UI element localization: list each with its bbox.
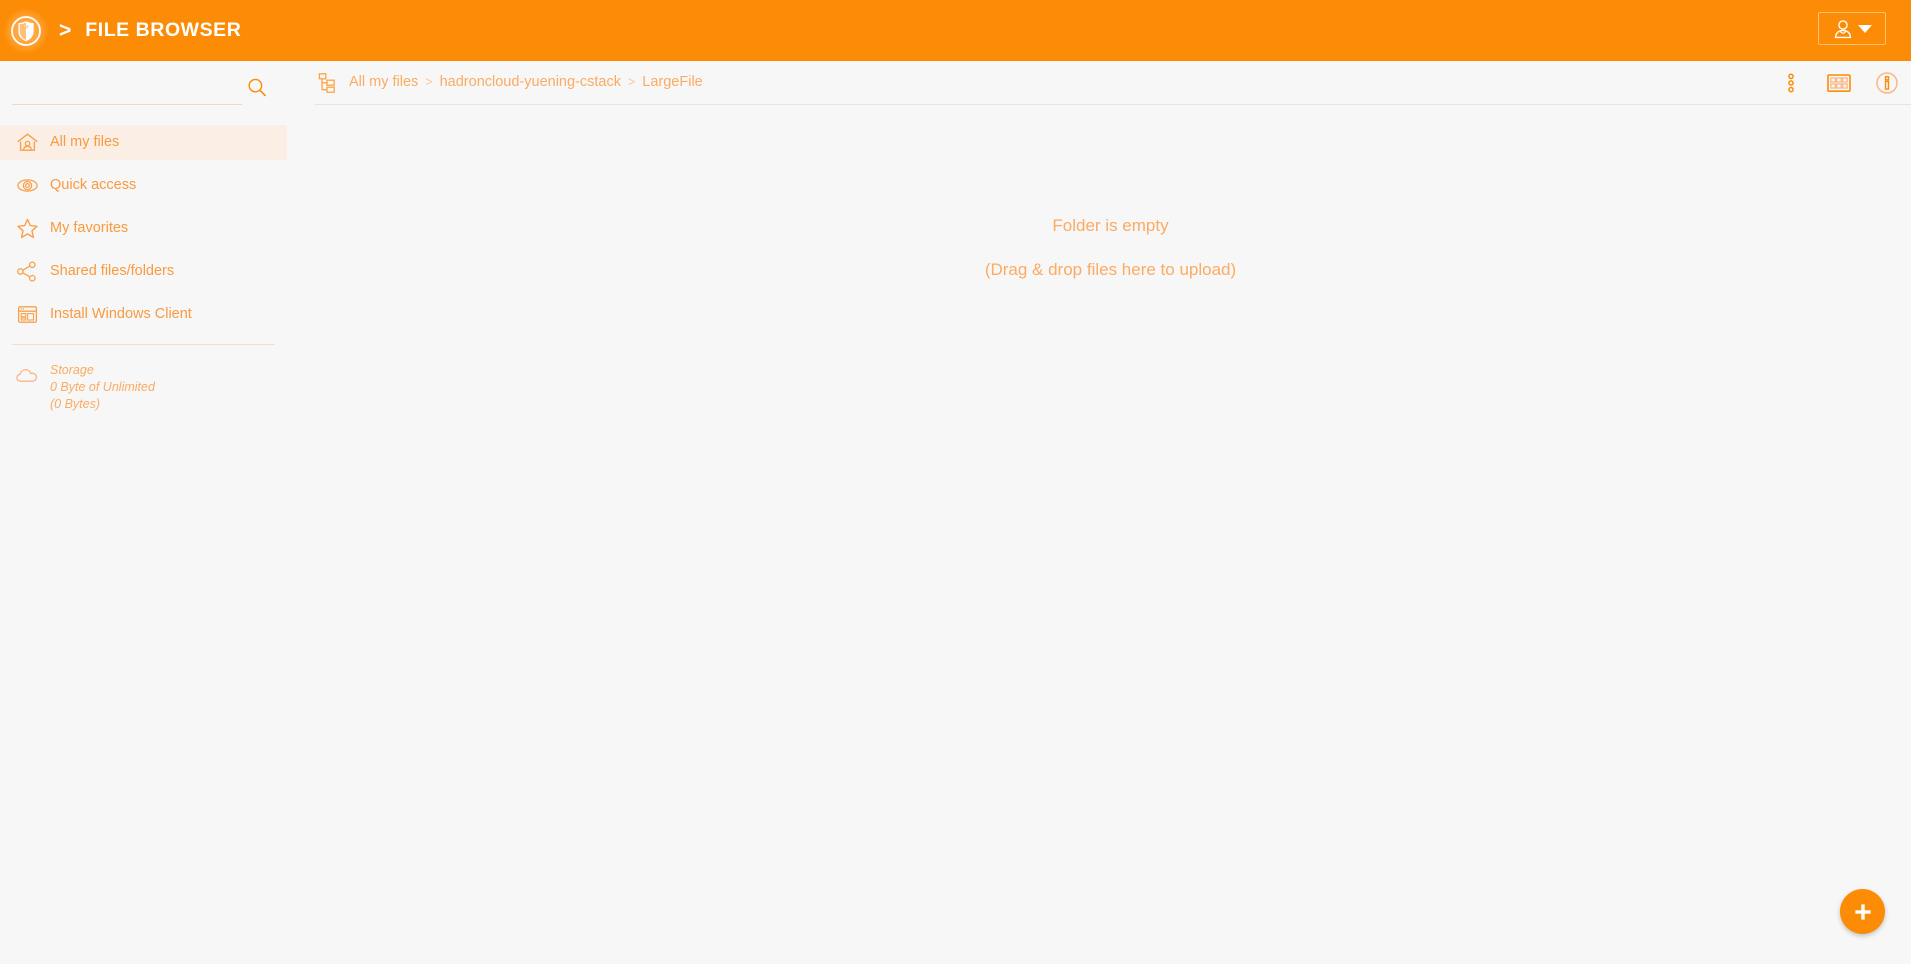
info-circle-icon bbox=[1876, 71, 1898, 94]
sidebar-nav: All my files Quick access My favorites S… bbox=[0, 125, 287, 332]
breadcrumb-toolbar bbox=[1778, 61, 1900, 104]
sidebar-item-label: Quick access bbox=[50, 177, 137, 194]
storage-usage: 0 Byte of Unlimited bbox=[50, 380, 155, 394]
breadcrumb-separator: > bbox=[425, 75, 433, 90]
breadcrumb-item-0[interactable]: All my files bbox=[349, 75, 418, 90]
sidebar-item-label: My favorites bbox=[50, 220, 129, 237]
search-icon bbox=[248, 78, 267, 97]
sidebar: All my files Quick access My favorites S… bbox=[0, 61, 287, 964]
grid-view-button[interactable] bbox=[1826, 70, 1852, 96]
sidebar-item-shared-files-folders[interactable]: Shared files/folders bbox=[0, 254, 287, 289]
search-input[interactable] bbox=[12, 75, 242, 105]
grid-view-icon bbox=[1827, 73, 1851, 92]
more-options-button[interactable] bbox=[1778, 70, 1804, 96]
app-header: > FILE BROWSER bbox=[0, 0, 1911, 61]
sidebar-item-label: Shared files/folders bbox=[50, 263, 175, 280]
cloud-icon bbox=[14, 362, 40, 388]
sidebar-item-all-my-files[interactable]: All my files bbox=[0, 125, 287, 160]
breadcrumb-item-2[interactable]: LargeFile bbox=[642, 75, 702, 90]
page-title: FILE BROWSER bbox=[85, 18, 242, 41]
add-button[interactable] bbox=[1840, 889, 1885, 934]
app-window-icon bbox=[14, 302, 40, 328]
star-icon bbox=[14, 216, 40, 242]
more-vertical-icon bbox=[1788, 73, 1794, 92]
sidebar-item-label: Install Windows Client bbox=[50, 306, 192, 323]
plus-icon bbox=[1854, 903, 1871, 920]
empty-state-title: Folder is empty bbox=[1052, 216, 1169, 235]
account-menu-button[interactable] bbox=[1818, 12, 1886, 45]
breadcrumb: All my files > hadroncloud-yuening-cstac… bbox=[310, 61, 1911, 104]
chevron-down-icon bbox=[1858, 24, 1872, 33]
search-button[interactable] bbox=[245, 76, 269, 100]
user-avatar-icon bbox=[1834, 19, 1852, 38]
storage-text: Storage 0 Byte of Unlimited (0 Bytes) bbox=[50, 362, 155, 413]
app-logo bbox=[3, 8, 49, 54]
empty-state-subtitle: (Drag & drop files here to upload) bbox=[984, 260, 1237, 279]
home-icon bbox=[14, 130, 40, 156]
storage-info: Storage 0 Byte of Unlimited (0 Bytes) bbox=[0, 362, 287, 413]
breadcrumb-separator: > bbox=[627, 75, 636, 90]
sidebar-item-label: All my files bbox=[50, 134, 120, 151]
header-chevron: > bbox=[59, 19, 72, 42]
sidebar-item-install-windows-client[interactable]: Install Windows Client bbox=[0, 297, 287, 332]
sidebar-item-quick-access[interactable]: Quick access bbox=[0, 168, 287, 203]
file-list-area[interactable]: Folder is empty (Drag & drop files here … bbox=[310, 105, 1911, 964]
storage-detail: (0 Bytes) bbox=[50, 397, 101, 411]
sidebar-divider bbox=[12, 344, 275, 345]
empty-state: Folder is empty (Drag & drop files here … bbox=[310, 217, 1911, 278]
breadcrumb-item-1[interactable]: hadroncloud-yuening-cstack bbox=[440, 75, 621, 90]
breadcrumb-bar: All my files > hadroncloud-yuening-cstac… bbox=[310, 61, 1911, 105]
storage-title: Storage bbox=[50, 363, 94, 377]
sidebar-search bbox=[0, 69, 287, 117]
share-nodes-icon bbox=[14, 259, 40, 285]
sidebar-item-my-favorites[interactable]: My favorites bbox=[0, 211, 287, 246]
info-button[interactable] bbox=[1874, 70, 1900, 96]
folder-tree-icon bbox=[316, 71, 340, 95]
shield-eagle-logo-icon bbox=[11, 15, 41, 46]
eye-icon bbox=[14, 173, 40, 199]
